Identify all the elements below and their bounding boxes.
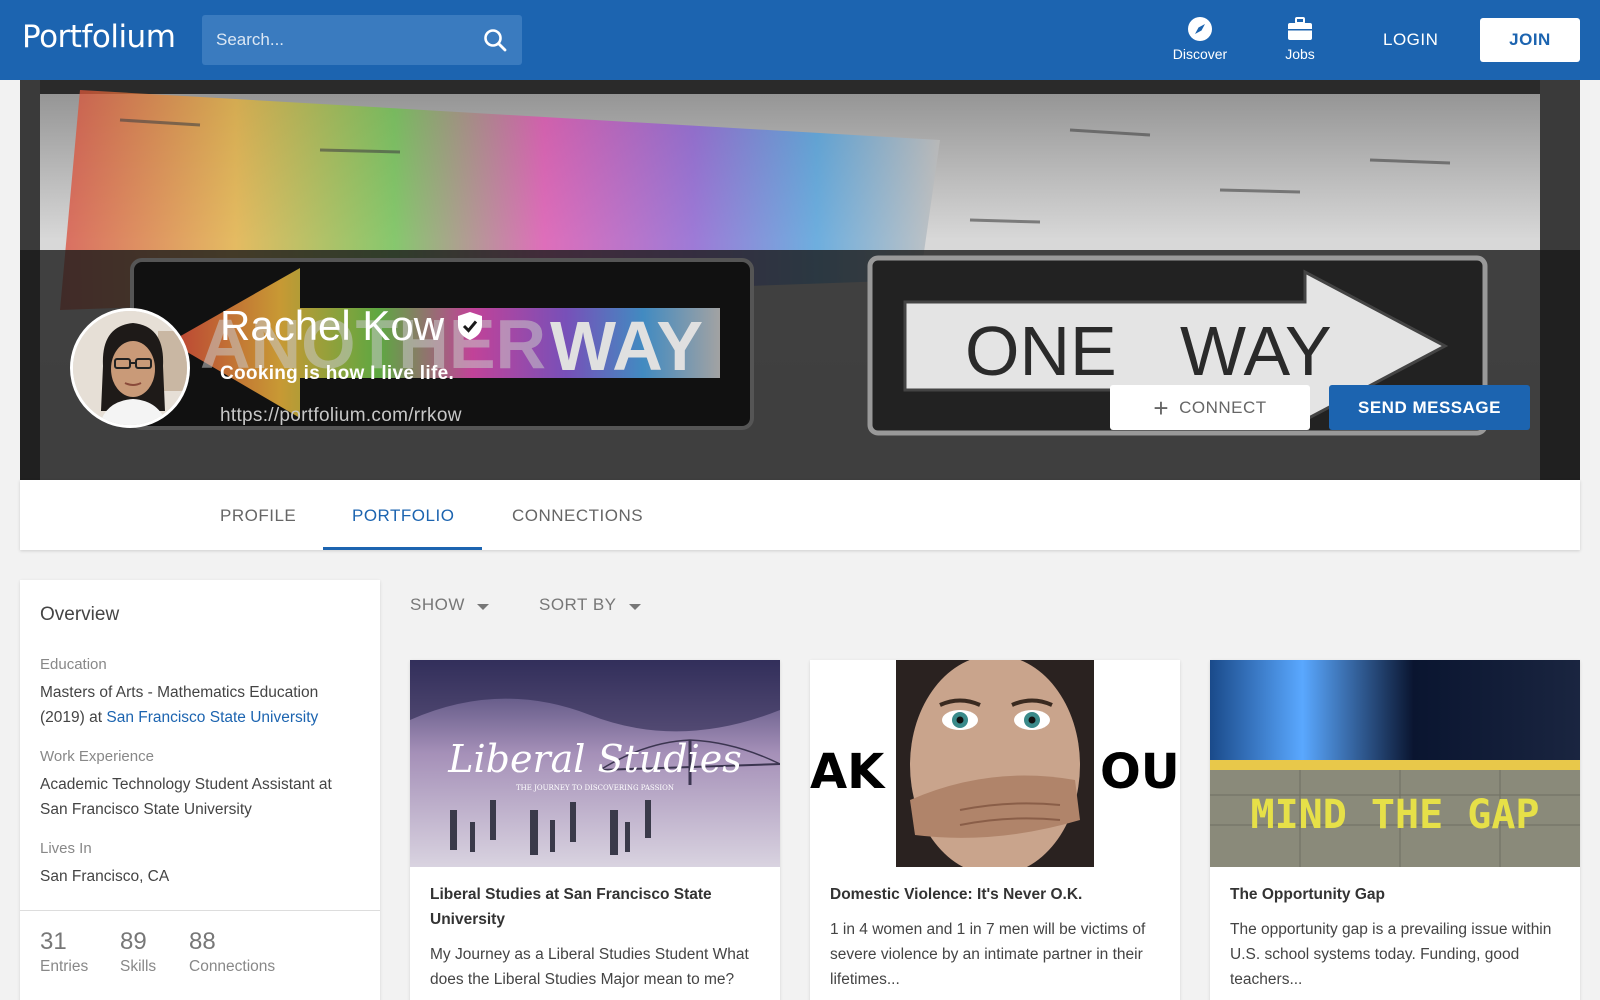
portfolium-logo[interactable]: Portfolium (22, 19, 176, 55)
profile-banner: ANOTHER WAY ONE WAY Rachel Kow Cooking i… (20, 80, 1580, 480)
login-link[interactable]: LOGIN (1383, 30, 1438, 50)
portfolio-card-domestic-violence[interactable]: AK OU Domestic Violence: It's Never O.K.… (810, 660, 1180, 1000)
education-school-link[interactable]: San Francisco State University (106, 709, 318, 726)
portfolio-card-opportunity-gap[interactable]: MIND THE GAP The Opportunity Gap The opp… (1210, 660, 1580, 1000)
nav-jobs-label: Jobs (1285, 46, 1315, 62)
portfolio-card-liberal-studies[interactable]: Liberal Studies THE JOURNEY TO DISCOVERI… (410, 660, 780, 1000)
plus-icon: + (1153, 392, 1170, 423)
card-image-title: Liberal Studies (447, 737, 742, 781)
search-input[interactable] (202, 15, 472, 65)
active-tab-indicator (323, 547, 482, 550)
search-box (202, 15, 522, 65)
nav-discover[interactable]: Discover (1160, 16, 1240, 62)
card-image-left-text: AK (810, 744, 886, 800)
search-icon[interactable] (482, 27, 508, 53)
show-filter-dropdown[interactable]: SHOW (410, 595, 489, 615)
svg-text:ONE: ONE (965, 312, 1117, 390)
education-text: Masters of Arts - Mathematics Education … (40, 680, 360, 730)
profile-avatar[interactable] (70, 308, 190, 428)
card-image-liberal-studies: Liberal Studies THE JOURNEY TO DISCOVERI… (410, 660, 780, 867)
profile-name: Rachel Kow (220, 302, 445, 349)
lives-in-label: Lives In (40, 840, 92, 857)
sort-by-dropdown[interactable]: SORT BY (539, 595, 641, 615)
education-label: Education (40, 656, 107, 673)
card-description: 1 in 4 women and 1 in 7 men will be vict… (830, 921, 1146, 988)
card-image-right-text: OU (1100, 744, 1180, 800)
profile-tagline: Cooking is how I live life. (220, 363, 455, 384)
briefcase-icon (1288, 17, 1312, 40)
card-image-domestic-violence: AK OU (810, 660, 1180, 867)
tab-profile[interactable]: PROFILE (220, 506, 296, 526)
profile-url[interactable]: https://portfolium.com/rrkow (220, 405, 462, 427)
work-experience-label: Work Experience (40, 748, 154, 765)
connect-button[interactable]: + CONNECT (1110, 385, 1310, 430)
overview-divider (20, 910, 380, 911)
stat-entries[interactable]: 31 Entries (40, 928, 88, 976)
card-image-opportunity-gap: MIND THE GAP (1210, 660, 1580, 867)
tab-connections[interactable]: CONNECTIONS (512, 506, 643, 526)
show-filter-label: SHOW (410, 595, 465, 614)
overview-title: Overview (40, 604, 120, 625)
card-image-text: MIND THE GAP (1251, 792, 1540, 838)
stat-skills-value: 89 (120, 928, 147, 955)
overview-card: Overview Education Masters of Arts - Mat… (20, 580, 380, 1000)
stat-skills[interactable]: 89 Skills (120, 928, 156, 976)
profile-tabs: PROFILE PORTFOLIO CONNECTIONS (20, 480, 1580, 550)
work-experience-text: Academic Technology Student Assistant at… (40, 776, 332, 818)
sort-by-label: SORT BY (539, 595, 617, 614)
card-title[interactable]: Liberal Studies at San Francisco State U… (430, 882, 760, 932)
card-image-subtitle: THE JOURNEY TO DISCOVERING PASSION (516, 784, 674, 792)
card-title[interactable]: The Opportunity Gap (1230, 882, 1560, 907)
profile-name-row: Rachel Kow (220, 302, 484, 350)
svg-text:WAY: WAY (1180, 312, 1332, 390)
stat-connections-label: Connections (189, 958, 276, 975)
stat-skills-label: Skills (120, 958, 157, 975)
card-description: The opportunity gap is a prevailing issu… (1230, 921, 1552, 988)
send-message-button[interactable]: SEND MESSAGE (1329, 385, 1530, 430)
stat-entries-value: 31 (40, 928, 67, 955)
nav-discover-label: Discover (1172, 46, 1228, 62)
card-title[interactable]: Domestic Violence: It's Never O.K. (830, 882, 1160, 907)
tab-portfolio[interactable]: PORTFOLIO (352, 506, 454, 526)
nav-jobs[interactable]: Jobs (1260, 16, 1340, 62)
stat-entries-label: Entries (40, 958, 89, 975)
caret-down-icon (628, 603, 641, 610)
verified-badge-icon (458, 312, 483, 340)
stat-connections[interactable]: 88 Connections (189, 928, 275, 976)
top-navigation-bar: Portfolium Discover Jobs LOGIN JOIN (0, 0, 1600, 80)
svg-text:WAY: WAY (550, 307, 703, 385)
connect-button-label: CONNECT (1179, 397, 1267, 417)
join-button[interactable]: JOIN (1480, 18, 1580, 62)
card-description: My Journey as a Liberal Studies Student … (430, 946, 749, 988)
lives-in-text: San Francisco, CA (40, 868, 170, 885)
caret-down-icon (476, 603, 489, 610)
compass-icon (1188, 17, 1212, 41)
stat-connections-value: 88 (189, 928, 216, 955)
